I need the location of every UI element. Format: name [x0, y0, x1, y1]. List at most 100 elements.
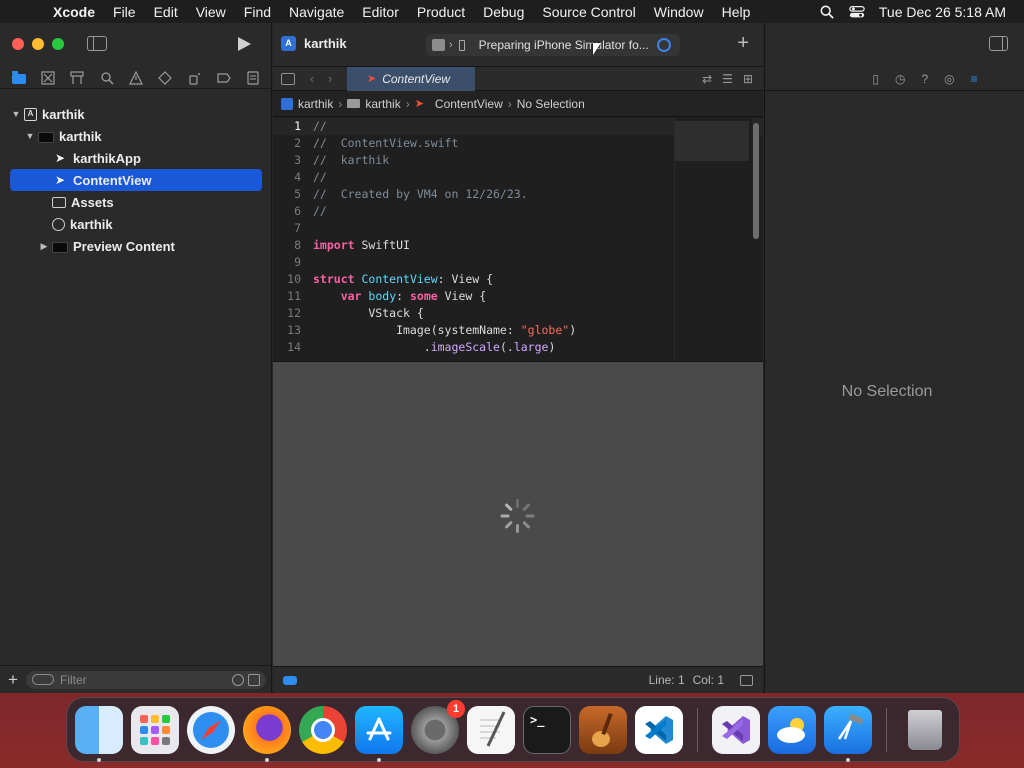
menu-edit[interactable]: Edit	[145, 4, 187, 20]
menu-source-control[interactable]: Source Control	[533, 4, 644, 20]
run-play-icon[interactable]	[238, 37, 251, 51]
minimap-visible-region[interactable]	[675, 121, 749, 161]
navigator-tree-item[interactable]: karthik	[10, 213, 262, 235]
source-control-filter-icon[interactable]	[248, 673, 260, 686]
project-file-tree: ▼ Akarthik ▼ karthik ➤ karthikApp ➤ ContentView…	[10, 103, 262, 257]
disclosure-collapsed-icon[interactable]: ▶	[38, 241, 50, 252]
issue-navigator-warning-icon[interactable]	[128, 70, 143, 85]
iphone-device-icon[interactable]	[458, 39, 465, 51]
editor-area: A karthik › Preparing iPhone Simulator f…	[273, 23, 763, 693]
recent-files-clock-icon[interactable]	[232, 673, 244, 686]
navigator-filter-input[interactable]: Filter	[26, 670, 266, 689]
dock-app-store-icon[interactable]	[355, 705, 403, 762]
source-control-swap-icon[interactable]: ⇄	[702, 72, 712, 86]
minimize-window-button[interactable]	[32, 38, 44, 50]
dock-trash-icon[interactable]	[901, 706, 949, 754]
add-editor-split-icon[interactable]: ⊞	[743, 72, 753, 86]
scheme-app-icon[interactable]	[432, 39, 445, 51]
navigator-tree-item[interactable]: ▼ karthik	[10, 125, 262, 147]
code-token: : View {	[437, 272, 494, 286]
breakpoint-navigator-icon[interactable]	[217, 71, 231, 85]
accessibility-inspector-icon[interactable]: ◎	[944, 72, 954, 86]
preview-canvas[interactable]	[273, 361, 763, 666]
menu-help[interactable]: Help	[713, 4, 760, 20]
toggle-navigator-icon[interactable]	[87, 36, 107, 51]
code-text: import SwiftUI	[313, 237, 410, 254]
breadcrumb-project[interactable]: karthik	[298, 97, 333, 111]
report-navigator-icon[interactable]	[246, 70, 260, 85]
menu-product[interactable]: Product	[408, 4, 474, 20]
breadcrumb-file[interactable]: ContentView	[435, 97, 503, 111]
tab-contentview[interactable]: ➤ ContentView	[347, 66, 475, 91]
code-token: imageScale	[430, 340, 500, 354]
dock-system-settings-gear-icon[interactable]: 1	[411, 699, 465, 754]
project-title[interactable]: A karthik	[281, 36, 347, 51]
source-control-navigator-icon[interactable]	[41, 70, 55, 85]
dock-firefox-icon[interactable]	[243, 705, 291, 762]
debug-navigator-spray-icon[interactable]	[188, 71, 202, 85]
history-inspector-clock-icon[interactable]: ◷	[895, 72, 905, 86]
navigator-tree-item[interactable]: ➤ ContentView	[10, 169, 262, 191]
file-inspector-icon[interactable]: ▯	[872, 72, 879, 86]
menu-file[interactable]: File	[104, 4, 145, 20]
entitlements-file-icon	[52, 217, 65, 231]
chevron-right-icon: ›	[449, 39, 453, 51]
debug-area-toggle-icon[interactable]	[283, 675, 297, 685]
code-text: var body: some View {	[313, 288, 486, 305]
dock-visual-studio-icon[interactable]	[712, 705, 760, 754]
dock-safari-compass-icon[interactable]	[187, 705, 235, 754]
navigate-forward-chevron-icon[interactable]: ›	[321, 71, 339, 86]
filter-options-icon[interactable]	[32, 674, 54, 685]
navigator-item-label: Assets	[71, 194, 114, 210]
menu-view[interactable]: View	[187, 4, 235, 20]
zoom-window-button[interactable]	[52, 38, 64, 50]
library-plus-button[interactable]: +	[737, 32, 749, 55]
navigator-tree-item[interactable]: ➤ karthikApp	[10, 147, 262, 169]
dock-xcode-hammer-icon[interactable]	[824, 705, 872, 762]
quick-help-question-icon[interactable]: ?	[921, 72, 928, 86]
dock-terminal-icon[interactable]: >_	[523, 705, 571, 754]
disclosure-expanded-icon[interactable]: ▼	[10, 109, 22, 119]
project-navigator-folder-icon[interactable]	[11, 70, 26, 85]
navigator-tree-item[interactable]: ▼ Akarthik	[10, 103, 262, 125]
code-text: // ContentView.swift	[313, 135, 458, 152]
close-window-button[interactable]	[12, 38, 24, 50]
navigator-tree-item[interactable]: ▶ Preview Content	[10, 235, 262, 257]
toggle-inspector-icon[interactable]	[989, 36, 1008, 51]
dock-weather-cloud-icon[interactable]	[768, 705, 816, 754]
related-items-grid-icon[interactable]	[281, 72, 295, 85]
dock-finder-icon[interactable]	[75, 705, 123, 762]
menu-find[interactable]: Find	[235, 4, 280, 20]
hide-debug-area-icon[interactable]	[740, 674, 753, 686]
menu-navigate[interactable]: Navigate	[280, 4, 353, 20]
menu-bar-clock[interactable]: Tue Dec 26 5:18 AM	[879, 4, 1006, 20]
menu-app-name[interactable]: Xcode	[44, 4, 104, 20]
activity-viewer[interactable]: › Preparing iPhone Simulator fo...	[426, 34, 680, 56]
menu-debug[interactable]: Debug	[474, 4, 533, 20]
code-token: )	[569, 323, 577, 337]
breadcrumb-selection[interactable]: No Selection	[517, 97, 585, 111]
line-number: 13	[287, 323, 301, 337]
spotlight-search-icon[interactable]	[819, 5, 835, 19]
symbol-navigator-icon[interactable]	[70, 70, 84, 85]
disclosure-expanded-icon[interactable]: ▼	[24, 131, 36, 141]
control-center-icon[interactable]	[849, 5, 865, 19]
menu-editor[interactable]: Editor	[353, 4, 408, 20]
breadcrumb-group[interactable]: karthik	[365, 97, 400, 111]
add-file-plus-icon[interactable]: +	[6, 670, 20, 690]
attributes-inspector-sliders-icon[interactable]: ≡	[971, 72, 978, 86]
code-minimap[interactable]	[674, 118, 752, 360]
dock-chrome-icon[interactable]	[299, 705, 347, 754]
editor-options-icon[interactable]: ☰	[722, 72, 733, 86]
code-token: large	[513, 340, 549, 354]
dock-launchpad-icon[interactable]	[131, 705, 179, 754]
dock-textedit-icon[interactable]	[467, 705, 515, 754]
menu-window[interactable]: Window	[645, 4, 713, 20]
navigate-back-chevron-icon[interactable]: ‹	[303, 71, 321, 86]
test-navigator-diamond-icon[interactable]	[158, 70, 173, 85]
editor-scrollbar[interactable]	[753, 123, 759, 239]
navigator-tree-item[interactable]: Assets	[10, 191, 262, 213]
find-navigator-magnifier-icon[interactable]	[100, 71, 114, 85]
dock-garageband-guitar-icon[interactable]	[579, 705, 627, 754]
dock-vscode-icon[interactable]	[635, 705, 683, 754]
